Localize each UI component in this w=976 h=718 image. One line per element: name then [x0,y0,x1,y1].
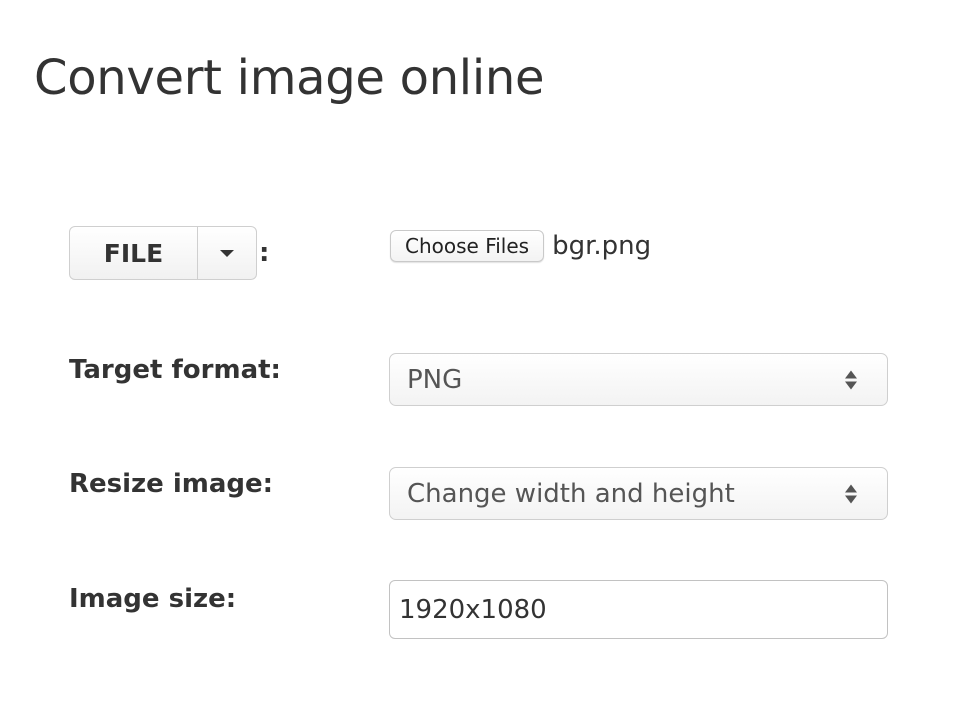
source-split-button: FILE [69,226,257,280]
source-dropdown-toggle[interactable] [198,227,256,279]
file-input: Choose Files bgr.png [390,230,651,262]
selected-file-name: bgr.png [552,231,652,261]
target-format-label: Target format: [69,355,281,385]
source-colon: : [259,238,270,268]
resize-image-label: Resize image: [69,469,274,499]
resize-image-select[interactable]: Change width and height [389,467,888,520]
file-source-button[interactable]: FILE [70,227,198,279]
image-size-label: Image size: [69,584,237,614]
target-format-select[interactable]: PNG [389,353,888,406]
select-arrows-icon [845,370,857,389]
page-title: Convert image online [34,50,545,106]
choose-files-button[interactable]: Choose Files [390,230,545,262]
select-arrows-icon [845,484,857,503]
target-format-value: PNG [407,364,463,395]
image-size-input[interactable] [389,580,888,639]
resize-image-value: Change width and height [407,478,735,509]
caret-down-icon [220,249,234,257]
source-selector: FILE : [69,226,269,280]
